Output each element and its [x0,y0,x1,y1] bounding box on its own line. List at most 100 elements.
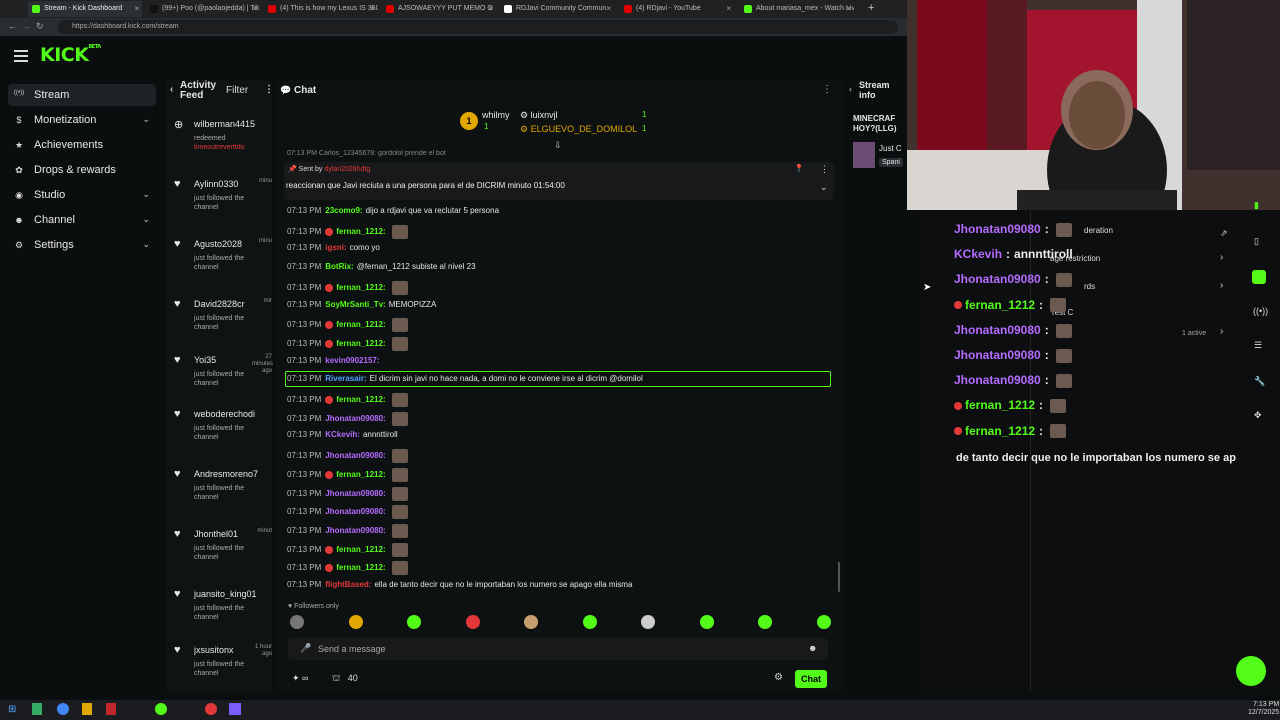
browser-tab[interactable]: RDJavi Community Commun × [500,1,614,17]
taskbar-app-icon[interactable] [229,703,241,715]
message-username[interactable]: Jhonatan09080: [325,414,385,423]
sidebar-item-stream[interactable]: ((•)) Stream [8,84,156,106]
chat-message[interactable]: 07:13 PM igsni: como yo [287,243,380,259]
filter-button[interactable]: Filter [226,85,248,96]
help-chat-icon[interactable] [1236,656,1266,686]
message-username[interactable]: fernan_1212: [336,563,385,572]
chat-message[interactable]: 07:13 PM Jhonatan09080: [287,486,408,503]
emote-button[interactable] [290,615,304,629]
sidebar-item-studio[interactable]: ◉ Studio ⌄ [8,184,156,206]
message-username[interactable]: 23como9: [325,206,362,215]
pin-icon[interactable]: 📍 [794,164,804,173]
chevron-right-icon[interactable]: › [1220,326,1223,337]
emote-button[interactable] [348,615,363,629]
chat-message[interactable]: 07:13 PM Jhonatan09080: [287,505,408,521]
message-username[interactable]: Jhonatan09080: [325,489,385,498]
close-tab-icon[interactable]: × [726,4,731,13]
feed-item[interactable]: ♥ weboderechodi just followed the channel [172,408,270,466]
browser-tab[interactable]: (4) RDjavi - YouTube × [620,1,734,17]
emote-button[interactable] [582,615,597,629]
chat-message[interactable]: 07:13 PM Jhonatan09080: [287,523,408,540]
menu-icon[interactable] [14,50,28,62]
taskbar-app-icon[interactable] [32,703,42,715]
url-field[interactable]: https://dashboard.kick.com/stream [58,20,898,34]
toolbar-icon[interactable]: ▮ [1254,200,1259,211]
message-username[interactable]: Jhonatan09080: [325,451,385,460]
feed-username[interactable]: weboderechodi [194,409,264,419]
emote-button[interactable] [816,615,831,629]
kick-logo[interactable]: KICKBETA [40,44,101,66]
chevron-down-icon[interactable]: ⌄ [142,214,150,225]
message-username[interactable]: BotRix: [325,262,353,271]
chat-message[interactable]: 07:13 PM flightBased: ella de tanto decir … [287,580,632,596]
chat-message[interactable]: 07:13 PM Riverasair: El dicrim sin javi no… [287,374,643,390]
feed-username[interactable]: juansito_king01 [194,589,264,599]
browser-tab[interactable]: (4) This is how my Lexus IS 350 lo × [264,1,378,17]
taskbar-app-icon[interactable] [106,703,116,715]
close-tab-icon[interactable]: × [134,4,139,13]
chat-message[interactable]: 07:13 PM fernan_1212: [287,542,408,559]
chat-message[interactable]: 07:13 PM kevin0902157: [287,356,383,372]
chat-message[interactable]: 07:13 PM Jhonatan09080: [287,411,408,428]
chat-message[interactable]: 07:13 PM fernan_1212: [287,224,408,241]
message-username[interactable]: fernan_1212: [336,283,385,292]
message-username[interactable]: fernan_1212: [336,227,385,236]
close-tab-icon[interactable]: × [370,4,375,13]
sidebar-item-channel[interactable]: ☻ Channel ⌄ [8,209,156,231]
message-username[interactable]: flightBased: [325,580,371,589]
message-username[interactable]: kevin0902157: [325,356,379,365]
chat-options-icon[interactable]: ⋮ [822,84,832,95]
close-tab-icon[interactable]: × [488,4,493,13]
leader-name[interactable]: ⚙ ELGUEVO_DE_DOMILOL [520,124,637,135]
message-username[interactable]: fernan_1212: [336,339,385,348]
folder-icon[interactable] [82,703,92,715]
pinned-options-icon[interactable]: ⋮ [820,164,829,175]
browser-tab[interactable]: AJSOWAEYYY PUT MEMO O × [382,1,496,17]
chat-message[interactable]: 07:13 PM fernan_1212: [287,318,408,334]
reload-icon[interactable]: ↻ [36,21,44,32]
chat-toggle-icon[interactable] [1252,270,1266,284]
external-link-icon[interactable]: ⇗ [1220,228,1228,239]
chevron-right-icon[interactable]: › [1220,280,1223,291]
feed-item[interactable]: ♥ Aylinn0330 minu just followed the channel [172,178,272,236]
chat-message[interactable]: 07:13 PM fernan_1212: [287,336,408,353]
message-username[interactable]: igsni: [325,243,346,252]
emote-button[interactable] [758,615,772,629]
browser-tab[interactable]: (99+) Poo (@paolaojedda) | TikTok × [146,1,260,17]
feed-item[interactable]: ♥ Yoi35 27 minutes ago just followed the ch… [172,354,273,412]
message-username[interactable]: SoyMrSanti_Tv: [325,300,385,309]
message-username[interactable]: fernan_1212: [336,320,385,329]
feed-item[interactable]: ♥ juansito_king01 just followed the channe… [172,588,270,646]
collapse-icon[interactable]: ‹ [170,84,173,95]
message-username[interactable]: KCkevih: [325,430,360,439]
chat-message[interactable]: 07:13 PM fernan_1212: [287,280,408,297]
sidebar-item-drops-rewards[interactable]: ✿ Drops & rewards [8,159,156,181]
message-username[interactable]: fernan_1212: [336,395,385,404]
chat-message[interactable]: 07:13 PM BotRix: @fernan_1212 subiste al n… [287,262,476,278]
browser-tab[interactable]: About mariasa_mex - Watch Live × [740,1,854,17]
puzzle-icon[interactable]: ✥ [1254,410,1262,421]
category-name[interactable]: Just C [879,144,902,153]
close-tab-icon[interactable]: × [606,4,611,13]
emote-button[interactable] [407,615,421,629]
chrome-icon[interactable] [57,703,69,715]
feed-item[interactable]: ♥ Jhonthel01 minut just followed the channe… [172,528,272,586]
settings-icon[interactable]: ⚙ [774,672,783,683]
chat-message[interactable]: 07:13 PM Jhonatan09080: [287,449,408,465]
new-tab-button[interactable]: + [868,2,874,14]
message-username[interactable]: Jhonatan09080: [325,526,385,535]
chevron-down-icon[interactable]: ⌄ [142,239,150,250]
chevron-down-icon[interactable]: ⌄ [142,189,150,200]
close-tab-icon[interactable]: × [252,4,257,13]
emoji-icon[interactable]: ☻ [808,643,817,653]
browser-tab[interactable]: Stream - Kick Dashboard × [28,1,142,17]
message-input[interactable]: 🎤 Send a message ☻ [288,638,828,660]
chat-message[interactable]: 07:13 PM 23como9: dijo a rdjavi que va rec… [287,206,499,222]
feed-item[interactable]: ♥ Andresmoreno7 just followed the channel [172,468,270,526]
emote-button[interactable] [699,615,714,629]
taskbar-app-icon[interactable] [205,703,217,715]
sidebar-item-settings[interactable]: ⚙ Settings ⌄ [8,234,156,256]
forward-icon[interactable]: → [22,21,31,31]
wrench-icon[interactable]: 🔧 [1254,376,1265,387]
feed-username[interactable]: wilberman4415 [194,119,264,129]
